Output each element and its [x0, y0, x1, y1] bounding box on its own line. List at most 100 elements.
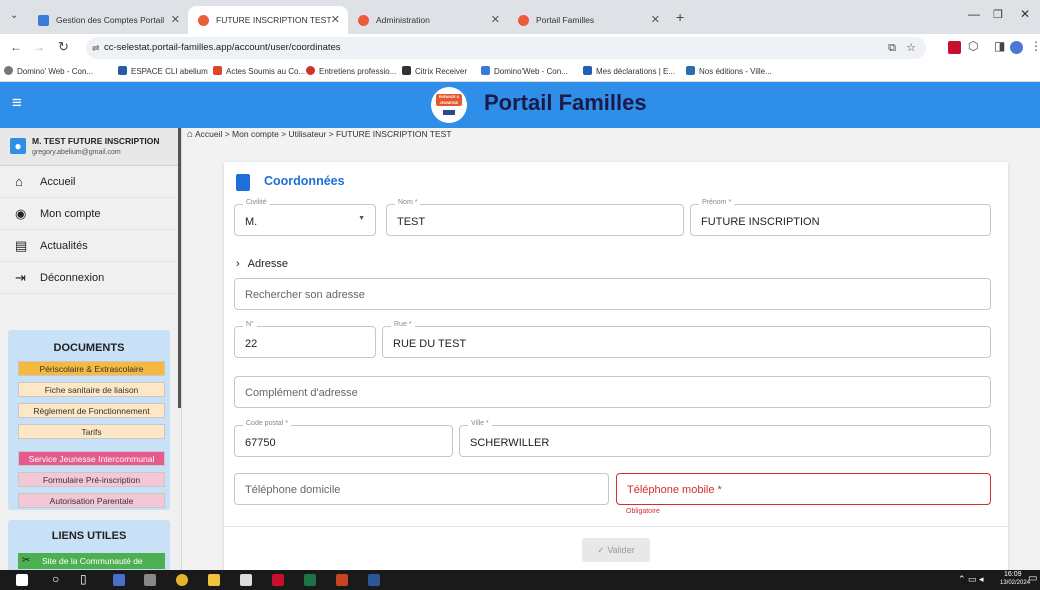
- calculator-icon[interactable]: [144, 574, 156, 586]
- home-icon: ⌂: [15, 174, 23, 189]
- numero-field[interactable]: N° 22: [234, 321, 376, 358]
- new-tab-button[interactable]: +: [676, 9, 684, 25]
- document-link[interactable]: Tarifs: [18, 424, 165, 439]
- links-title: LIENS UTILES: [51, 530, 127, 542]
- word-icon[interactable]: [368, 574, 380, 586]
- notepad-icon[interactable]: [240, 574, 252, 586]
- telephone-domicile-field[interactable]: Téléphone domicile: [234, 473, 609, 505]
- file-explorer-icon[interactable]: [208, 574, 220, 586]
- back-icon[interactable]: ←: [10, 40, 22, 54]
- notifications-icon[interactable]: ▭: [1028, 573, 1037, 584]
- nav-mon-compte[interactable]: ◉ Mon compte: [0, 198, 178, 230]
- bookmark-item[interactable]: Citrix Receiver: [402, 62, 467, 81]
- portail-favicon-icon: [518, 15, 529, 26]
- tools-icon: ✂: [22, 555, 31, 566]
- abelium-icon: [118, 66, 127, 75]
- tab-future-inscription[interactable]: FUTURE INSCRIPTION TEST ✕: [188, 6, 348, 34]
- site-info-icon[interactable]: ⇌: [92, 37, 100, 59]
- reload-icon[interactable]: ↻: [58, 39, 69, 55]
- close-window-icon[interactable]: ✕: [1020, 7, 1030, 21]
- extensions-icon[interactable]: ⬡: [968, 39, 978, 53]
- tab-portail-familles[interactable]: Portail Familles ✕: [508, 6, 668, 34]
- rue-field[interactable]: Rue * RUE DU TEST: [382, 321, 991, 358]
- home-icon[interactable]: ⌂: [187, 129, 193, 140]
- link-communaute[interactable]: ✂ Site de la Communauté de: [18, 553, 165, 569]
- minimize-icon[interactable]: —: [968, 7, 980, 21]
- nav-deconnexion[interactable]: ⇥ Déconnexion: [0, 262, 178, 294]
- user-email: gregory.abelium@gmail.com: [32, 149, 121, 156]
- domino-icon: [481, 66, 490, 75]
- close-tab-icon[interactable]: ✕: [491, 6, 500, 34]
- document-link[interactable]: Périscolaire & Extrascolaire: [18, 361, 165, 376]
- profile-icon[interactable]: [1010, 41, 1023, 54]
- nom-field[interactable]: Nom * TEST: [386, 199, 684, 236]
- clock-date[interactable]: 13/02/2024: [1000, 580, 1030, 586]
- search-icon[interactable]: ○: [52, 572, 59, 586]
- tab-search-icon[interactable]: ⌄: [10, 10, 18, 21]
- address-bar[interactable]: ⇌ cc-selestat.portail-familles.app/accou…: [86, 37, 926, 59]
- sidepanel-icon[interactable]: ◨: [994, 39, 1005, 53]
- excel-icon[interactable]: [304, 574, 316, 586]
- bookmark-item[interactable]: Mes déclarations | E...: [583, 62, 675, 81]
- close-tab-icon[interactable]: ✕: [331, 6, 340, 34]
- bookmark-star-icon[interactable]: ☆: [906, 37, 916, 59]
- dropdown-arrow-icon: ▼: [358, 215, 365, 222]
- document-link[interactable]: Formulaire Pré-inscription: [18, 472, 165, 487]
- app-header: ≡ ENFANCE & JEUNESSE Portail Familles: [0, 82, 1040, 128]
- bookmark-item[interactable]: Nos éditions - Ville...: [686, 62, 772, 81]
- links-panel: LIENS UTILES ✂ Site de la Communauté de: [8, 520, 170, 570]
- acrobat-icon[interactable]: [272, 574, 284, 586]
- user-avatar-icon: ●: [10, 138, 26, 154]
- adresse-toggle[interactable]: › Adresse: [236, 258, 288, 270]
- domino-icon: [4, 66, 13, 75]
- restore-icon[interactable]: ❐: [993, 8, 1003, 21]
- bookmark-item[interactable]: ESPACE CLI abelium: [118, 62, 208, 81]
- ville-field[interactable]: Ville * SCHERWILLER: [459, 420, 991, 457]
- code-postal-field[interactable]: Code postal * 67750: [234, 420, 453, 457]
- powerpoint-icon[interactable]: [336, 574, 348, 586]
- valider-button[interactable]: ✓ Valider: [582, 538, 650, 562]
- windows-taskbar: ○ ▯ ⌃ ▭ ◂ 16:09 13/02/2024 ▭: [0, 570, 1040, 590]
- bookmark-item[interactable]: Actes Soumis au Co...: [213, 62, 305, 81]
- forward-icon[interactable]: →: [33, 40, 45, 54]
- complement-field[interactable]: Complément d'adresse: [234, 376, 991, 408]
- task-view-icon[interactable]: ▯: [80, 572, 87, 586]
- logo-banner: ENFANCE & JEUNESSE: [436, 94, 462, 106]
- nav-actualites[interactable]: ▤ Actualités: [0, 230, 178, 262]
- close-tab-icon[interactable]: ✕: [171, 6, 180, 34]
- bookmark-item[interactable]: Domino'Web - Con...: [481, 62, 568, 81]
- document-link[interactable]: Règlement de Fonctionnement: [18, 403, 165, 418]
- bookmark-item[interactable]: Entretiens professio...: [306, 62, 396, 81]
- clock-time[interactable]: 16:09: [1004, 571, 1022, 578]
- account-icon: ◉: [15, 206, 27, 221]
- prenom-field[interactable]: Prénom * FUTURE INSCRIPTION: [690, 199, 991, 236]
- bookmark-item[interactable]: Domino' Web - Con...: [4, 62, 93, 81]
- nav-accueil[interactable]: ⌂ Accueil: [0, 166, 178, 198]
- bookmarks-bar: Domino' Web - Con... ESPACE CLI abelium …: [0, 62, 1040, 82]
- teams-icon[interactable]: [113, 574, 125, 586]
- telephone-mobile-field[interactable]: Téléphone mobile *: [616, 473, 991, 505]
- tab-gestion-comptes[interactable]: Gestion des Comptes Portail ✕: [28, 6, 188, 34]
- hamburger-menu-icon[interactable]: ≡: [12, 93, 22, 113]
- menu-dots-icon[interactable]: ⋮: [1030, 39, 1040, 53]
- abelium-favicon-icon: [38, 15, 49, 26]
- actes-icon: [213, 66, 222, 75]
- main-content: ⌂ Accueil > Mon compte > Utilisateur > F…: [183, 128, 1040, 570]
- tab-administration[interactable]: Administration ✕: [348, 6, 508, 34]
- user-block[interactable]: ● M. TEST FUTURE INSCRIPTION gregory.abe…: [0, 128, 178, 166]
- check-icon: ✓: [597, 545, 605, 555]
- close-tab-icon[interactable]: ✕: [651, 6, 660, 34]
- install-icon[interactable]: ⧉: [888, 37, 896, 59]
- system-tray-icons[interactable]: ⌃ ▭ ◂: [958, 574, 984, 585]
- windows-start-icon[interactable]: [16, 574, 28, 586]
- document-link[interactable]: Fiche sanitaire de liaison: [18, 382, 165, 397]
- pdf-extension-icon[interactable]: [948, 41, 961, 54]
- address-search-input[interactable]: Rechercher son adresse: [234, 278, 991, 310]
- document-link[interactable]: Autorisation Parentale: [18, 493, 165, 508]
- portail-favicon-icon: [198, 15, 209, 26]
- sidebar-scrollbar[interactable]: [178, 128, 181, 408]
- civilite-select[interactable]: Civilité M. ▼: [234, 199, 376, 236]
- sidebar: ● M. TEST FUTURE INSCRIPTION gregory.abe…: [0, 128, 182, 570]
- document-link[interactable]: Service Jeunesse Intercommunal: [18, 451, 165, 466]
- chrome-icon[interactable]: [176, 574, 188, 586]
